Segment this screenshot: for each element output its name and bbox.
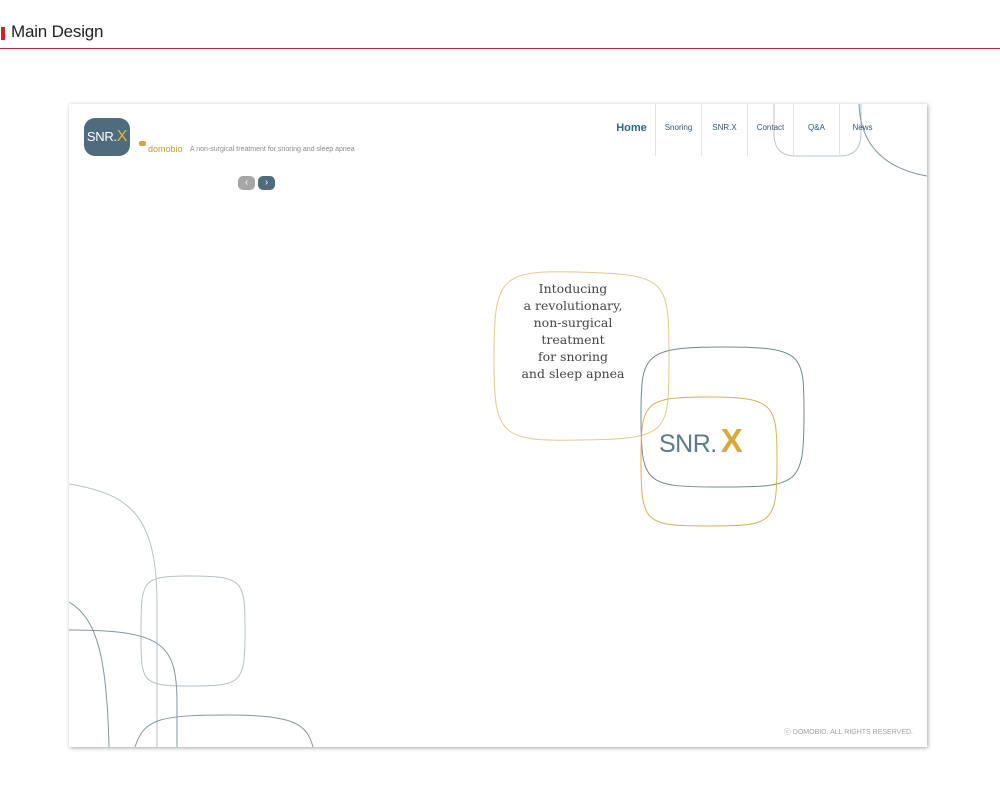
copyright-text: ⓒ DOMOBIO. ALL RIGHTS RESERVED. [783, 729, 913, 736]
nav-item-home[interactable]: Home [609, 104, 654, 156]
deco-shape-bl-3 [69, 629, 178, 747]
chevron-right-icon[interactable]: › [258, 176, 275, 190]
section-title: Main Design [11, 22, 104, 41]
hero-line: treatment [541, 332, 605, 347]
deco-shape-gold [640, 396, 778, 527]
hero-line: non-surgical [533, 315, 613, 330]
section-header: Main Design [0, 0, 1000, 50]
brand-mark-icon [139, 141, 146, 146]
nav-item-snoring[interactable]: Snoring [656, 104, 701, 156]
section-marker [1, 27, 5, 40]
hero-line: Intoducing [538, 281, 608, 296]
hero-line: a revolutionary, [523, 298, 623, 313]
nav-item-contact[interactable]: Contact [748, 104, 793, 156]
deco-shape-bl-5 [134, 714, 314, 747]
deco-shape-bl-1 [69, 483, 158, 747]
hero-logo-x: X [720, 422, 743, 459]
chevron-left-icon[interactable]: ‹ [238, 176, 255, 190]
site-tagline: A non-surgical treatment for snoring and… [190, 146, 355, 153]
decorative-rounded-shapes [69, 104, 927, 747]
deco-shape-bl-4 [69, 601, 110, 747]
hero-logo-text: SNR. [659, 430, 717, 458]
hero-line: for snoring [537, 349, 609, 364]
nav-item-qa[interactable]: Q&A [794, 104, 839, 156]
deco-shape-slate [640, 346, 805, 488]
hero-intro-text: Intoducing a revolutionary, non-surgical… [499, 280, 647, 382]
nav-item-news[interactable]: News [840, 104, 885, 156]
site-logo-text: SNR. [86, 129, 117, 144]
hero-line: and sleep apnea [521, 366, 625, 381]
brand-name: domobio [148, 144, 183, 154]
website-mockup: SNR.X domobio A non-surgical treatment f… [69, 104, 927, 747]
site-logo[interactable]: SNR.X [84, 118, 130, 156]
site-logo-x: X [116, 128, 128, 145]
nav-item-snrx[interactable]: SNR.X [702, 104, 747, 156]
header-divider [0, 48, 1000, 49]
hero-logo: SNR. X [659, 422, 743, 460]
